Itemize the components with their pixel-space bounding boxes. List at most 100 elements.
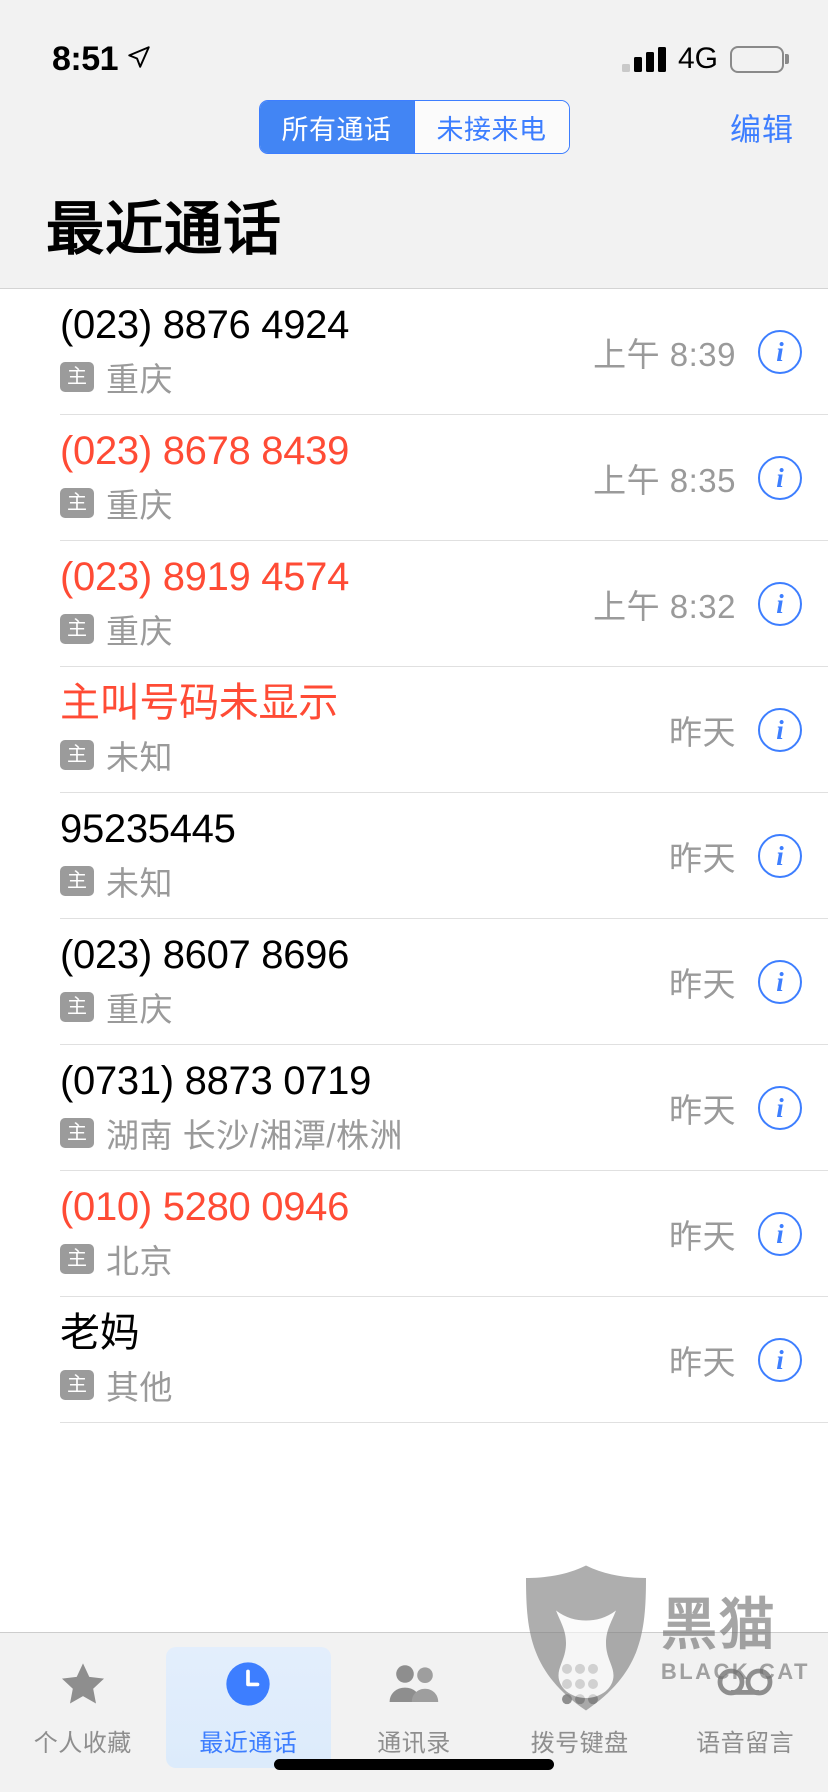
call-row[interactable]: (010) 5280 0946 主北京 昨天 i <box>0 1171 828 1297</box>
location-arrow-icon <box>126 44 152 75</box>
tab-voicemail[interactable]: 语音留言 <box>662 1647 828 1768</box>
call-info-button[interactable]: i <box>758 456 802 500</box>
tab-label-keypad: 拨号键盘 <box>530 1730 629 1757</box>
call-time: 昨天 <box>669 1344 736 1381</box>
call-row-subtitle: 主未知 <box>60 731 669 779</box>
call-info-button[interactable]: i <box>758 1086 802 1130</box>
call-row[interactable]: (023) 8876 4924 主重庆 上午 8:39 i <box>0 289 828 415</box>
call-row-right: 上午 8:35 i <box>593 454 802 502</box>
call-location: 重庆 <box>106 360 173 398</box>
status-time: 8:51 <box>52 40 119 78</box>
call-row[interactable]: (023) 8678 8439 主重庆 上午 8:35 i <box>0 415 828 541</box>
call-row-main: (023) 8919 4574 主重庆 <box>60 556 593 653</box>
call-info-button[interactable]: i <box>758 330 802 374</box>
call-row-subtitle: 主重庆 <box>60 479 593 527</box>
tab-keypad[interactable]: 拨号键盘 <box>497 1647 663 1768</box>
call-time: 昨天 <box>669 714 736 751</box>
call-number: 老妈 <box>60 1310 140 1355</box>
sim-badge-icon: 主 <box>60 487 94 518</box>
cellular-signal-icon <box>621 46 666 72</box>
call-location: 重庆 <box>106 990 173 1028</box>
call-row-right: 昨天 i <box>669 1336 802 1384</box>
battery-full-icon <box>730 45 789 73</box>
call-location: 其他 <box>106 1368 173 1406</box>
keypad-icon <box>554 1655 606 1713</box>
call-row-right: 上午 8:39 i <box>593 328 802 376</box>
call-number: (023) 8919 4574 <box>60 554 350 599</box>
call-info-button[interactable]: i <box>758 708 802 752</box>
sim-badge-icon: 主 <box>60 991 94 1022</box>
call-time: 昨天 <box>669 966 736 1003</box>
tab-label-contacts: 通讯录 <box>377 1730 451 1757</box>
status-bar-left: 8:51 <box>52 42 152 76</box>
call-filter-segmented-control[interactable]: 所有通话 未接来电 <box>258 100 570 154</box>
call-row-subtitle: 主其他 <box>60 1361 669 1409</box>
tab-contacts[interactable]: 通讯录 <box>331 1647 497 1768</box>
call-row[interactable]: 95235445 主未知 昨天 i <box>0 793 828 919</box>
segment-missed-calls[interactable]: 未接来电 <box>413 101 569 153</box>
call-number: (023) 8678 8439 <box>60 428 350 473</box>
voicemail-icon <box>715 1655 775 1713</box>
call-time: 上午 8:35 <box>593 462 736 499</box>
call-time: 昨天 <box>669 840 736 877</box>
network-type-label: 4G <box>677 42 718 75</box>
page-title: 最近通话 <box>46 197 283 262</box>
call-time: 昨天 <box>669 1092 736 1129</box>
call-info-button[interactable]: i <box>758 582 802 626</box>
segment-all-calls[interactable]: 所有通话 <box>259 101 414 153</box>
star-icon <box>57 1655 109 1713</box>
sim-badge-icon: 主 <box>60 361 94 392</box>
call-time: 上午 8:39 <box>593 336 736 373</box>
call-row[interactable]: (0731) 8873 0719 主湖南 长沙/湘潭/株洲 昨天 i <box>0 1045 828 1171</box>
call-info-button[interactable]: i <box>758 960 802 1004</box>
call-row[interactable]: (023) 8919 4574 主重庆 上午 8:32 i <box>0 541 828 667</box>
tab-label-favorites: 个人收藏 <box>33 1730 132 1757</box>
call-row-main: (023) 8607 8696 主重庆 <box>60 934 669 1031</box>
call-info-button[interactable]: i <box>758 1338 802 1382</box>
contacts-icon <box>386 1655 442 1713</box>
tab-bar: 个人收藏 最近通话 通讯录 拨号键盘 语音留言 黑猫 BLACK CAT <box>0 1565 828 1792</box>
call-row-main: (0731) 8873 0719 主湖南 长沙/湘潭/株洲 <box>60 1060 669 1157</box>
sim-badge-icon: 主 <box>60 865 94 896</box>
call-info-button[interactable]: i <box>758 1212 802 1256</box>
tab-favorites[interactable]: 个人收藏 <box>0 1647 166 1768</box>
call-row-right: 昨天 i <box>669 706 802 754</box>
clock-icon <box>222 1655 274 1713</box>
tab-recents[interactable]: 最近通话 <box>165 1647 332 1768</box>
edit-button[interactable]: 编辑 <box>730 105 794 150</box>
tab-label-voicemail: 语音留言 <box>696 1730 795 1757</box>
home-indicator[interactable] <box>274 1759 554 1770</box>
call-row-right: 昨天 i <box>669 1084 802 1132</box>
call-row-main: (010) 5280 0946 主北京 <box>60 1186 669 1283</box>
call-number: (023) 8607 8696 <box>60 932 350 977</box>
call-row-right: 昨天 i <box>669 958 802 1006</box>
call-row[interactable]: (023) 8607 8696 主重庆 昨天 i <box>0 919 828 1045</box>
call-row-subtitle: 主北京 <box>60 1235 669 1283</box>
nav-controls-row: 所有通话 未接来电 编辑 <box>34 86 794 168</box>
status-bar: 8:51 4G <box>0 0 828 86</box>
call-row[interactable]: 老妈主其他 昨天 i <box>0 1297 828 1423</box>
call-number: 主叫号码未显示 <box>60 680 338 725</box>
call-location: 重庆 <box>106 612 173 650</box>
call-row-main: 95235445 主未知 <box>60 808 669 905</box>
call-number: (023) 8876 4924 <box>60 302 350 347</box>
call-row-main: 主叫号码未显示主未知 <box>60 682 669 779</box>
row-separator <box>60 1422 828 1423</box>
call-row-subtitle: 主湖南 长沙/湘潭/株洲 <box>60 1109 669 1157</box>
call-info-button[interactable]: i <box>758 834 802 878</box>
call-location: 重庆 <box>106 486 173 524</box>
call-row-right: 昨天 i <box>669 1210 802 1258</box>
call-row-main: (023) 8876 4924 主重庆 <box>60 304 593 401</box>
call-number: (010) 5280 0946 <box>60 1184 350 1229</box>
call-row-main: (023) 8678 8439 主重庆 <box>60 430 593 527</box>
call-row-subtitle: 主重庆 <box>60 605 593 653</box>
call-row-subtitle: 主重庆 <box>60 983 669 1031</box>
call-location: 未知 <box>106 864 173 902</box>
tab-label-recents: 最近通话 <box>199 1730 298 1757</box>
sim-badge-icon: 主 <box>60 1117 94 1148</box>
call-location: 北京 <box>106 1242 173 1280</box>
call-row[interactable]: 主叫号码未显示主未知 昨天 i <box>0 667 828 793</box>
sim-badge-icon: 主 <box>60 1369 94 1400</box>
sim-badge-icon: 主 <box>60 1243 94 1274</box>
call-number: 95235445 <box>60 806 236 851</box>
